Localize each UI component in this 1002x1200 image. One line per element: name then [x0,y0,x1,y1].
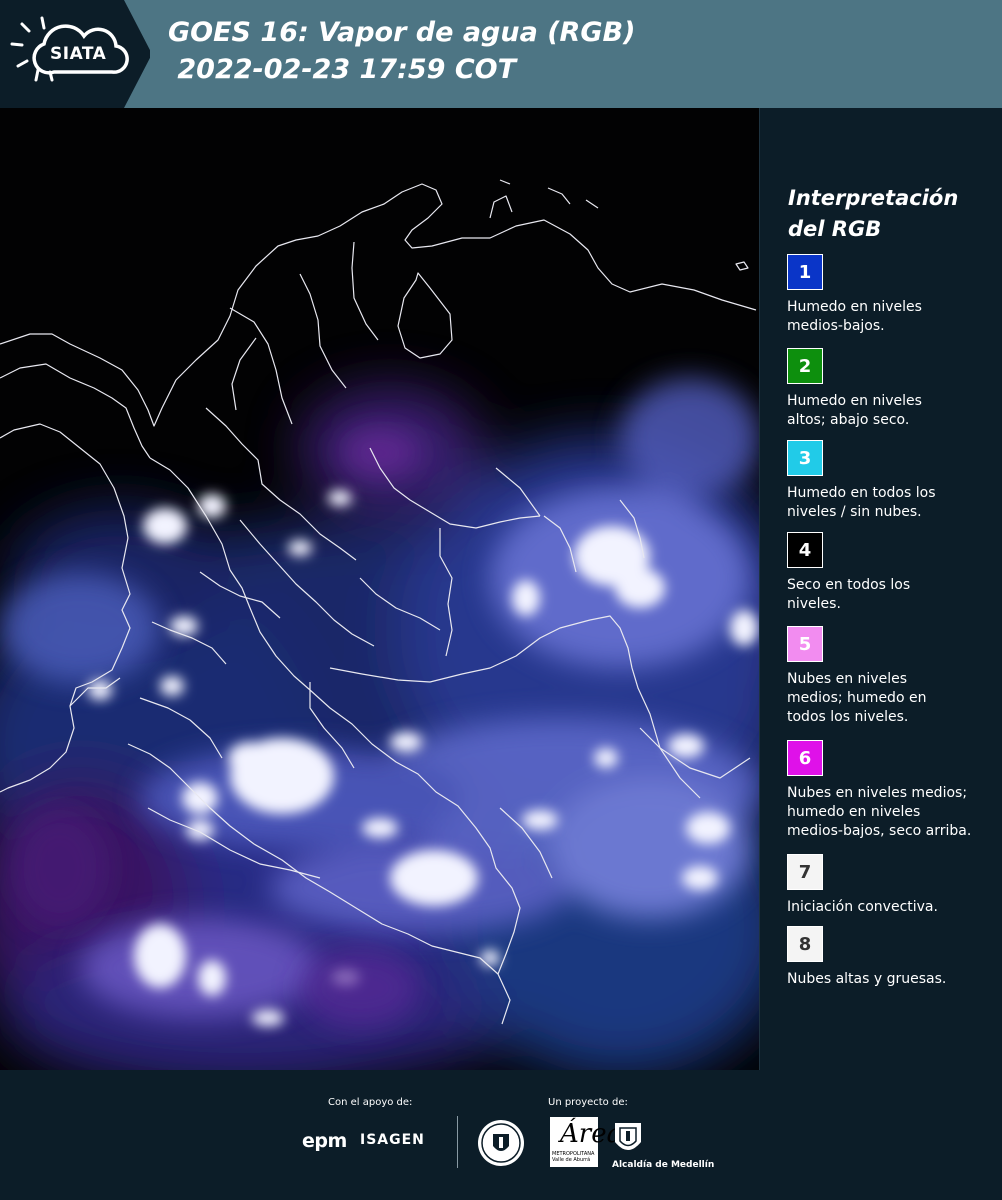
legend-title-line2: del RGB [788,217,882,241]
legend-description-line: todos los niveles. [787,709,909,725]
legend-swatch: 4 [787,532,823,568]
legend-description: Nubes en niveles medios; humedo en todos l… [787,670,997,727]
epm-logo: epm [302,1130,347,1152]
legend-description: Humedo en todos los niveles / sin nubes. [787,484,997,522]
area-logo-caption: METROPOLITANA Valle de Aburrá [552,1151,595,1163]
legend-description-line: Seco en todos los [787,577,911,593]
legend-description: Humedo en niveles medios-bajos. [787,298,997,336]
footer: Con el apoyo de: Un proyecto de: epm ISA… [0,1070,1002,1200]
legend-title-line1: Interpretación [788,186,959,210]
support-label: Con el apoyo de: [328,1097,413,1108]
legend-description-line: Humedo en todos los [787,485,936,501]
legend-title: Interpretación del RGB [788,183,958,245]
siata-logo: SIATA [0,0,150,108]
legend-item: 1 Humedo en niveles medios-bajos. [787,254,997,336]
page-title: GOES 16: Vapor de agua (RGB) 2022-02-23 … [168,14,635,88]
header-bar: SIATA GOES 16: Vapor de agua (RGB) 2022-… [0,0,1002,108]
isagen-logo: ISAGEN [360,1132,425,1148]
legend-description-line: niveles. [787,596,841,612]
title-timestamp: 2022-02-23 17:59 COT [168,54,517,85]
satellite-image [0,108,760,1070]
legend-description-line: niveles / sin nubes. [787,504,922,520]
legend-item: 8 Nubes altas y gruesas. [787,926,997,989]
legend-description-line: Nubes altas y gruesas. [787,971,947,987]
legend-description-line: Nubes en niveles medios; [787,785,968,801]
legend-description: Seco en todos los niveles. [787,576,997,614]
legend-swatch: 3 [787,440,823,476]
legend-swatch: 7 [787,854,823,890]
alcaldia-shield-icon [615,1123,641,1150]
footer-divider [457,1116,458,1168]
legend-swatch: 8 [787,926,823,962]
area-metropolitana-logo: Área METROPOLITANA Valle de Aburrá [550,1117,622,1167]
legend-swatch: 2 [787,348,823,384]
legend-description-line: humedo en niveles [787,804,921,820]
legend-item: 7 Iniciación convectiva. [787,854,997,917]
legend-description-line: medios; humedo en [787,690,927,706]
legend-item: 6 Nubes en niveles medios; humedo en nivel… [787,740,997,841]
legend-swatch: 5 [787,626,823,662]
legend-description-line: altos; abajo seco. [787,412,910,428]
project-label: Un proyecto de: [548,1097,628,1108]
legend-item: 4 Seco en todos los niveles. [787,532,997,614]
legend-description-line: Humedo en niveles [787,299,922,315]
legend-swatch: 1 [787,254,823,290]
legend-description-line: medios-bajos. [787,318,885,334]
legend-description: Nubes altas y gruesas. [787,970,997,989]
legend-item: 5 Nubes en niveles medios; humedo en todos … [787,626,997,727]
legend-item: 3 Humedo en todos los niveles / sin nubes. [787,440,997,522]
legend-description-line: Humedo en niveles [787,393,922,409]
alcaldia-label: Alcaldía de Medellín [612,1160,715,1170]
university-seal-icon [478,1120,524,1166]
legend-description: Nubes en niveles medios; humedo en nivele… [787,784,997,841]
legend-description-line: medios-bajos, seco arriba. [787,823,972,839]
legend-item: 2 Humedo en niveles altos; abajo seco. [787,348,997,430]
legend-description-line: Iniciación convectiva. [787,899,938,915]
legend-swatch: 6 [787,740,823,776]
siata-logo-text: SIATA [50,44,107,64]
legend-description-line: Nubes en niveles [787,671,907,687]
title-product: GOES 16: Vapor de agua (RGB) [168,17,636,48]
legend-description: Iniciación convectiva. [787,898,997,917]
rgb-legend: Interpretación del RGB 1 Humedo en nivele… [760,108,1002,1070]
legend-description: Humedo en niveles altos; abajo seco. [787,392,997,430]
